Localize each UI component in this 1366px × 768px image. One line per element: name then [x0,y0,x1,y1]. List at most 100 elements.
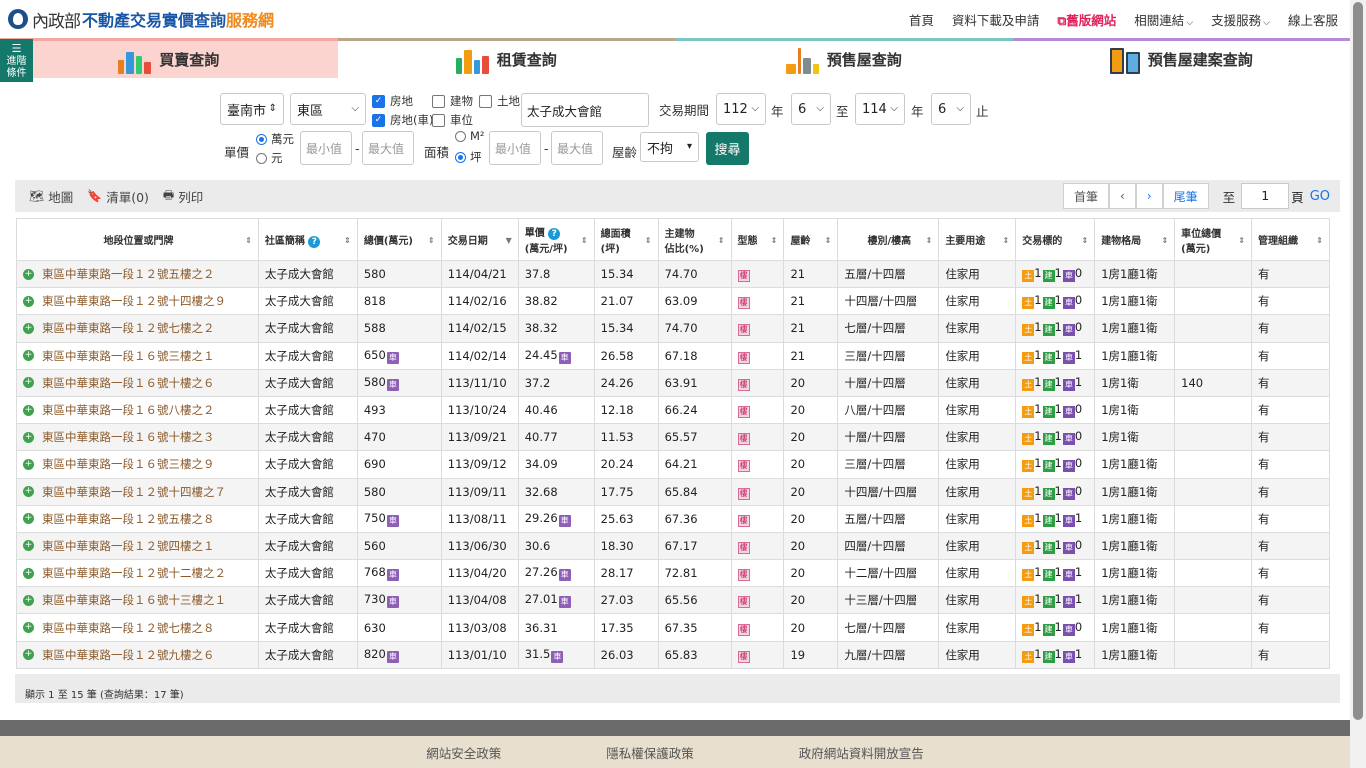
price-unit-yuan-radio[interactable]: 元 [256,150,283,166]
table-row[interactable]: + 東區中華東路一段１２號五樓之２ 太子成大會館 580 114/04/21 37.8 15… [16,259,1330,289]
expand-plus-icon[interactable]: + [23,649,34,661]
prev-page-button[interactable]: ‹ [1109,183,1136,209]
col-use[interactable]: 主要用途 ⇕ [938,218,1017,261]
advanced-conditions-button[interactable]: ☰ 進階 條件 [0,39,33,82]
expand-plus-icon[interactable]: + [23,567,34,579]
vertical-scrollbar[interactable] [1350,0,1366,768]
col-main-ratio[interactable]: 主建物 佔比(%) ⇕ [657,218,732,261]
table-row[interactable]: + 東區中華東路一段１６號十樓之３ 太子成大會館 470 113/09/21 40.77 1… [16,423,1330,452]
map-button[interactable]: 🗺 地圖 [29,187,73,206]
to-year-select[interactable]: 114 ⌵ [855,93,905,125]
col-community[interactable]: 社區簡稱 ? ⇕ [257,218,358,261]
area-unit-ping-radio[interactable]: 坪 [455,149,482,165]
nav-download[interactable]: 資料下載及申請 [952,10,1040,29]
expand-plus-icon[interactable]: + [23,513,34,525]
from-year-select[interactable]: 112 ⌵ [716,93,766,125]
first-page-button[interactable]: 首筆 [1063,183,1110,209]
col-address[interactable]: 地段位置或門牌 ⇕ [16,218,259,261]
list-button[interactable]: 🔖 清單(0) [87,187,149,206]
age-select[interactable]: 不拘 ▾ [640,132,699,162]
col-age[interactable]: 屋齡 ⇕ [783,218,839,261]
expand-plus-icon[interactable]: + [23,431,34,443]
tab-presale-project[interactable]: 預售屋建案查詢 [1012,38,1350,78]
expand-plus-icon[interactable]: + [23,594,34,606]
expand-plus-icon[interactable]: + [23,295,34,307]
expand-plus-icon[interactable]: + [23,622,34,634]
address-link[interactable]: + 東區中華東路一段１２號九樓之６ [23,647,252,663]
table-row[interactable]: + 東區中華東路一段１６號十樓之６ 太子成大會館 580 車 113/11/10 37.2 2… [16,368,1330,397]
price-unit-wan-radio[interactable]: 萬元 [256,131,294,147]
address-link[interactable]: + 東區中華東路一段１２號五樓之８ [23,511,252,527]
col-date[interactable]: 交易日期 ▼ [440,218,519,261]
next-page-button[interactable]: › [1135,183,1163,209]
address-link[interactable]: + 東區中華東路一段１６號十樓之３ [23,429,252,445]
table-row[interactable]: + 東區中華東路一段１６號三樓之１ 太子成大會館 650 車 114/02/14 24.45… [16,341,1330,370]
area-unit-m2-radio[interactable]: M² [455,129,485,143]
help-icon[interactable]: ? [308,235,321,248]
print-button[interactable]: 🖶 列印 [163,186,203,207]
price-max-input[interactable]: 最大值 [362,131,414,165]
col-type[interactable]: 型態 ⇕ [730,218,785,261]
page-input[interactable]: 1 [1241,183,1290,209]
expand-plus-icon[interactable]: + [23,458,34,470]
keyword-input[interactable]: 太子成大會館 [521,93,649,127]
from-month-select[interactable]: 6 ⌵ [791,93,831,125]
address-link[interactable]: + 東區中華東路一段１２號七樓之２ [23,320,252,336]
address-link[interactable]: + 東區中華東路一段１２號四樓之１ [23,538,252,554]
address-link[interactable]: + 東區中華東路一段１２號五樓之２ [23,266,252,282]
col-total-price[interactable]: 總價(萬元) ⇕ [356,218,442,261]
table-row[interactable]: + 東區中華東路一段１２號十二樓之２ 太子成大會館 768 車 113/04/20 27.2… [16,559,1330,588]
expand-plus-icon[interactable]: + [23,404,34,416]
district-select[interactable]: 東區 ⌵ [290,93,366,125]
expand-plus-icon[interactable]: + [23,486,34,498]
type-checkbox-house-land-parking[interactable]: ✓ 房地(車) [372,112,433,128]
type-checkbox-land[interactable]: 土地 [479,93,520,109]
area-min-input[interactable]: 最小值 [489,131,541,165]
table-row[interactable]: + 東區中華東路一段１６號十三樓之１ 太子成大會館 730 車 113/04/08 27.0… [16,586,1330,615]
type-checkbox-parking[interactable]: 車位 [432,112,473,128]
col-management[interactable]: 管理組織 ⇕ [1251,218,1330,261]
expand-plus-icon[interactable]: + [23,268,34,280]
address-link[interactable]: + 東區中華東路一段１２號七樓之８ [23,620,252,636]
table-row[interactable]: + 東區中華東路一段１２號十四樓之７ 太子成大會館 580 113/09/11 32.68… [16,477,1330,506]
area-max-input[interactable]: 最大值 [551,131,603,165]
city-select[interactable]: 臺南市 ⇕ [220,93,284,125]
address-link[interactable]: + 東區中華東路一段１２號十四樓之９ [23,293,252,309]
address-link[interactable]: + 東區中華東路一段１６號十三樓之１ [23,592,252,608]
table-row[interactable]: + 東區中華東路一段１２號七樓之２ 太子成大會館 588 114/02/15 38.32 1… [16,314,1330,343]
to-month-select[interactable]: 6 ⌵ [931,93,971,125]
expand-plus-icon[interactable]: + [23,350,34,362]
go-button[interactable]: GO [1310,189,1330,204]
table-row[interactable]: + 東區中華東路一段１２號七樓之８ 太子成大會館 630 113/03/08 36.31 1… [16,613,1330,642]
price-min-input[interactable]: 最小值 [300,131,352,165]
address-link[interactable]: + 東區中華東路一段１２號十二樓之２ [23,565,252,581]
table-row[interactable]: + 東區中華東路一段１２號十四樓之９ 太子成大會館 818 114/02/16 38.82… [16,287,1330,316]
address-link[interactable]: + 東區中華東路一段１６號八樓之２ [23,402,252,418]
expand-plus-icon[interactable]: + [23,377,34,389]
col-area[interactable]: 總面積 (坪) ⇕ [593,218,659,261]
col-layout[interactable]: 建物格局 ⇕ [1094,218,1176,261]
table-row[interactable]: + 東區中華東路一段１６號三樓之９ 太子成大會館 690 113/09/12 34.09 2… [16,450,1330,479]
nav-old-site[interactable]: ⧉舊版網站 [1057,10,1116,29]
footer-privacy-policy[interactable]: 隱私權保護政策 [606,743,694,762]
col-target[interactable]: 交易標的 ⇕ [1015,218,1096,261]
nav-support[interactable]: 支援服務 ⌵ [1211,10,1270,29]
last-page-button[interactable]: 尾筆 [1162,183,1209,209]
table-row[interactable]: + 東區中華東路一段１２號五樓之８ 太子成大會館 750 車 113/08/11 29.26… [16,504,1330,533]
nav-online-service[interactable]: 線上客服 [1288,10,1338,29]
footer-open-data[interactable]: 政府網站資料開放宣告 [799,743,924,762]
type-checkbox-building[interactable]: 建物 [432,93,473,109]
help-icon[interactable]: ? [548,228,561,240]
col-floor[interactable]: 樓別/樓高 ⇕ [837,218,940,261]
col-unit-price[interactable]: 單價 ? (萬元/坪) ⇕ [517,218,595,261]
nav-home[interactable]: 首頁 [909,10,934,29]
col-parking-price[interactable]: 車位總價 (萬元) ⇕ [1174,218,1253,261]
expand-plus-icon[interactable]: + [23,322,34,334]
nav-links[interactable]: 相關連結 ⌵ [1134,10,1193,29]
table-row[interactable]: + 東區中華東路一段１６號八樓之２ 太子成大會館 493 113/10/24 40.46 1… [16,395,1330,425]
tab-presale[interactable]: 預售屋查詢 [675,38,1013,78]
site-logo[interactable]: 內政部 不動產交易實價查詢 服務網 [8,0,274,38]
tab-rent[interactable]: 租賃查詢 [337,38,675,78]
search-button[interactable]: 搜尋 [706,132,749,165]
address-link[interactable]: + 東區中華東路一段１６號三樓之９ [23,456,252,472]
